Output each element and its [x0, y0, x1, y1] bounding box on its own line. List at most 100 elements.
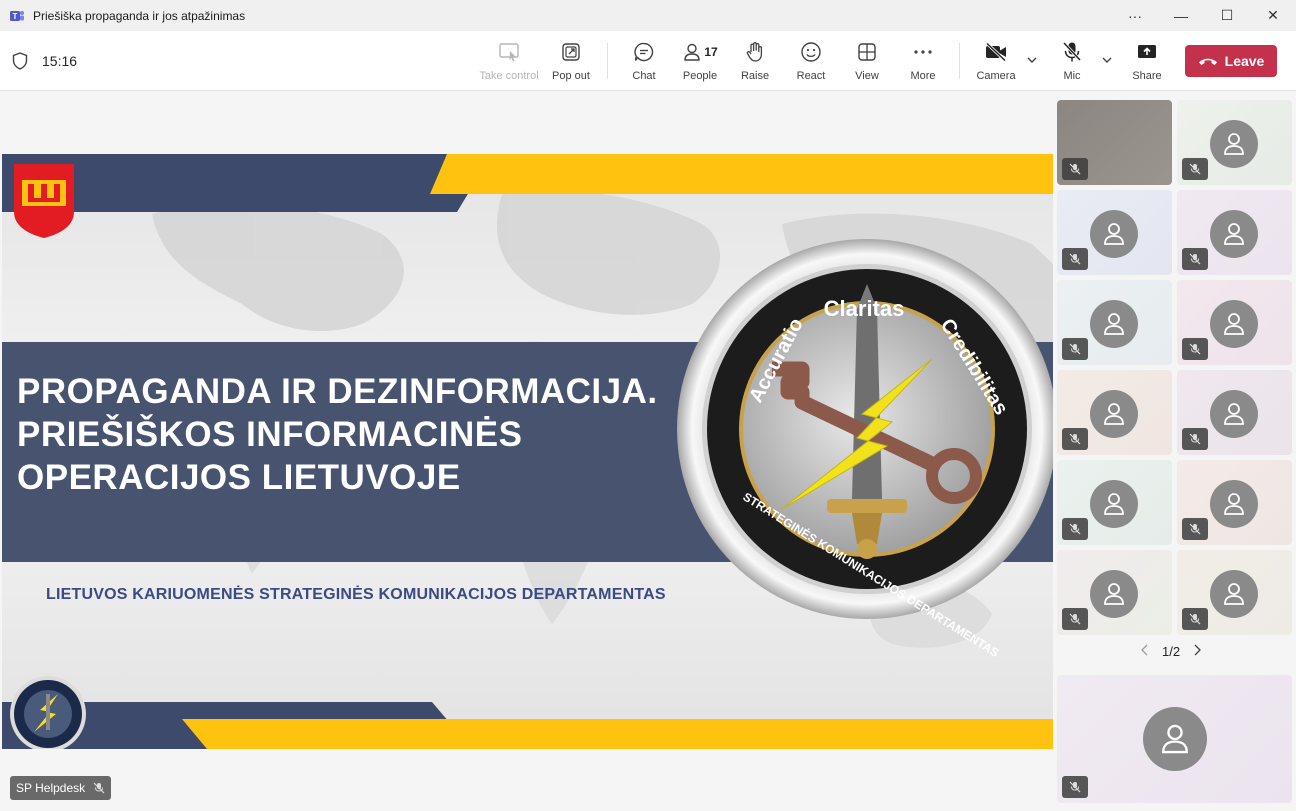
participant-tile[interactable]: [1057, 190, 1172, 275]
svg-text:T: T: [13, 12, 18, 21]
pop-out-label: Pop out: [552, 70, 590, 82]
chevron-left-icon[interactable]: [1140, 644, 1150, 659]
take-control-button[interactable]: Take control: [479, 40, 539, 84]
view-grid-icon: [857, 40, 877, 64]
top-yellow-band: [430, 154, 1053, 194]
participant-tile[interactable]: [1177, 550, 1292, 635]
mic-muted-icon: [1062, 338, 1088, 360]
chat-icon: [633, 40, 655, 64]
participant-tile[interactable]: [1057, 550, 1172, 635]
bottom-yellow-band: [182, 719, 1053, 749]
person-avatar-icon: [1210, 570, 1258, 618]
window-title: Priešiška propaganda ir jos atpažinimas: [33, 8, 246, 23]
mic-muted-icon: [1182, 428, 1208, 450]
take-control-icon: [498, 40, 520, 64]
camera-options-chevron-icon[interactable]: [1025, 53, 1039, 67]
person-avatar-icon: [1210, 120, 1258, 168]
people-button[interactable]: 17 People: [670, 40, 730, 84]
shield-icon: [12, 52, 28, 75]
top-navy-band: [2, 154, 492, 212]
person-avatar-icon: [1210, 480, 1258, 528]
participant-tile[interactable]: [1177, 370, 1292, 455]
participant-tile[interactable]: [1177, 460, 1292, 545]
person-avatar-icon: [1090, 570, 1138, 618]
more-label: More: [910, 70, 936, 82]
raise-label: Raise: [740, 70, 770, 82]
stratcom-seal-logo: Claritas Accuratio Credibilitas STRATEGI…: [677, 239, 1053, 660]
leave-button[interactable]: Leave: [1185, 45, 1277, 77]
camera-label: Camera: [976, 70, 1016, 82]
mic-muted-icon: [1182, 248, 1208, 270]
people-icon-wrap: 17: [682, 40, 718, 64]
people-icon: [684, 43, 701, 61]
mic-muted-icon: [1062, 776, 1088, 798]
mic-muted-icon: [1182, 518, 1208, 540]
raise-hand-button[interactable]: Raise: [725, 40, 785, 84]
chat-label: Chat: [632, 70, 656, 82]
meeting-timer: 15:16: [42, 53, 78, 69]
react-button[interactable]: React: [781, 40, 841, 84]
raise-hand-icon: [745, 40, 765, 64]
toolbar-divider: [959, 43, 960, 79]
mic-off-icon: [1062, 40, 1082, 64]
hang-up-icon: [1198, 58, 1217, 65]
gallery-page-indicator: 1/2: [1162, 644, 1181, 659]
presenter-name: SP Helpdesk: [16, 781, 86, 795]
person-avatar-icon: [1090, 300, 1138, 348]
leave-label: Leave: [1224, 53, 1265, 69]
participant-tile[interactable]: [1177, 100, 1292, 185]
slide-subtitle: LIETUVOS KARIUOMENĖS STRATEGINĖS KOMUNIK…: [46, 586, 666, 603]
react-smiley-icon: [800, 40, 822, 64]
share-label: Share: [1132, 70, 1162, 82]
mic-muted-icon: [1062, 428, 1088, 450]
participant-tile[interactable]: [1057, 460, 1172, 545]
mic-label: Mic: [1063, 70, 1081, 82]
meeting-toolbar: 15:16 Take control Pop out Chat 17 Peopl…: [0, 31, 1296, 91]
person-avatar-icon: [1090, 210, 1138, 258]
camera-off-icon: [984, 40, 1008, 64]
pop-out-button[interactable]: Pop out: [541, 40, 601, 84]
person-avatar-icon: [1090, 480, 1138, 528]
more-dots-icon: [913, 40, 933, 64]
participant-tile[interactable]: [1177, 190, 1292, 275]
close-button[interactable]: ✕: [1250, 0, 1296, 31]
view-button[interactable]: View: [837, 40, 897, 84]
mic-muted-icon: [1182, 158, 1208, 180]
self-view-tile[interactable]: [1057, 675, 1292, 803]
mic-muted-icon: [1062, 518, 1088, 540]
seal-text-top: Claritas: [824, 296, 905, 321]
mic-button[interactable]: Mic: [1042, 40, 1102, 84]
person-avatar-icon: [1090, 390, 1138, 438]
participant-tile-video[interactable]: [1057, 100, 1172, 185]
presentation-slide: Claritas Accuratio Credibilitas STRATEGI…: [2, 154, 1053, 749]
more-button[interactable]: More: [893, 40, 953, 84]
army-emblem-logo: [14, 164, 74, 238]
person-avatar-icon: [1210, 300, 1258, 348]
mic-muted-icon: [93, 782, 105, 794]
teams-icon: T: [9, 8, 25, 24]
chevron-right-icon[interactable]: [1192, 644, 1202, 659]
participant-tile[interactable]: [1057, 370, 1172, 455]
share-screen-icon: [1136, 40, 1158, 64]
chat-button[interactable]: Chat: [614, 40, 674, 84]
minimize-button[interactable]: —: [1158, 0, 1204, 31]
share-button[interactable]: Share: [1117, 40, 1177, 84]
view-label: View: [855, 70, 879, 82]
maximize-button[interactable]: ☐: [1204, 0, 1250, 31]
people-label: People: [682, 70, 718, 82]
participant-tile[interactable]: [1057, 280, 1172, 365]
pop-out-icon: [561, 40, 581, 64]
mic-options-chevron-icon[interactable]: [1100, 53, 1114, 67]
slide-title: PROPAGANDA IR DEZINFORMACIJA. PRIEŠIŠKOS…: [17, 372, 658, 497]
take-control-label: Take control: [479, 70, 539, 82]
toolbar-divider: [607, 43, 608, 79]
react-label: React: [796, 70, 826, 82]
window-more-button[interactable]: ···: [1112, 0, 1158, 31]
person-avatar-icon: [1143, 707, 1207, 771]
gallery-pager: 1/2: [1140, 644, 1202, 659]
participant-tile[interactable]: [1177, 280, 1292, 365]
camera-button[interactable]: Camera: [966, 40, 1026, 84]
title-bar: T Priešiška propaganda ir jos atpažinima…: [0, 0, 1296, 31]
presenter-name-tag: SP Helpdesk: [10, 776, 112, 800]
person-avatar-icon: [1210, 390, 1258, 438]
